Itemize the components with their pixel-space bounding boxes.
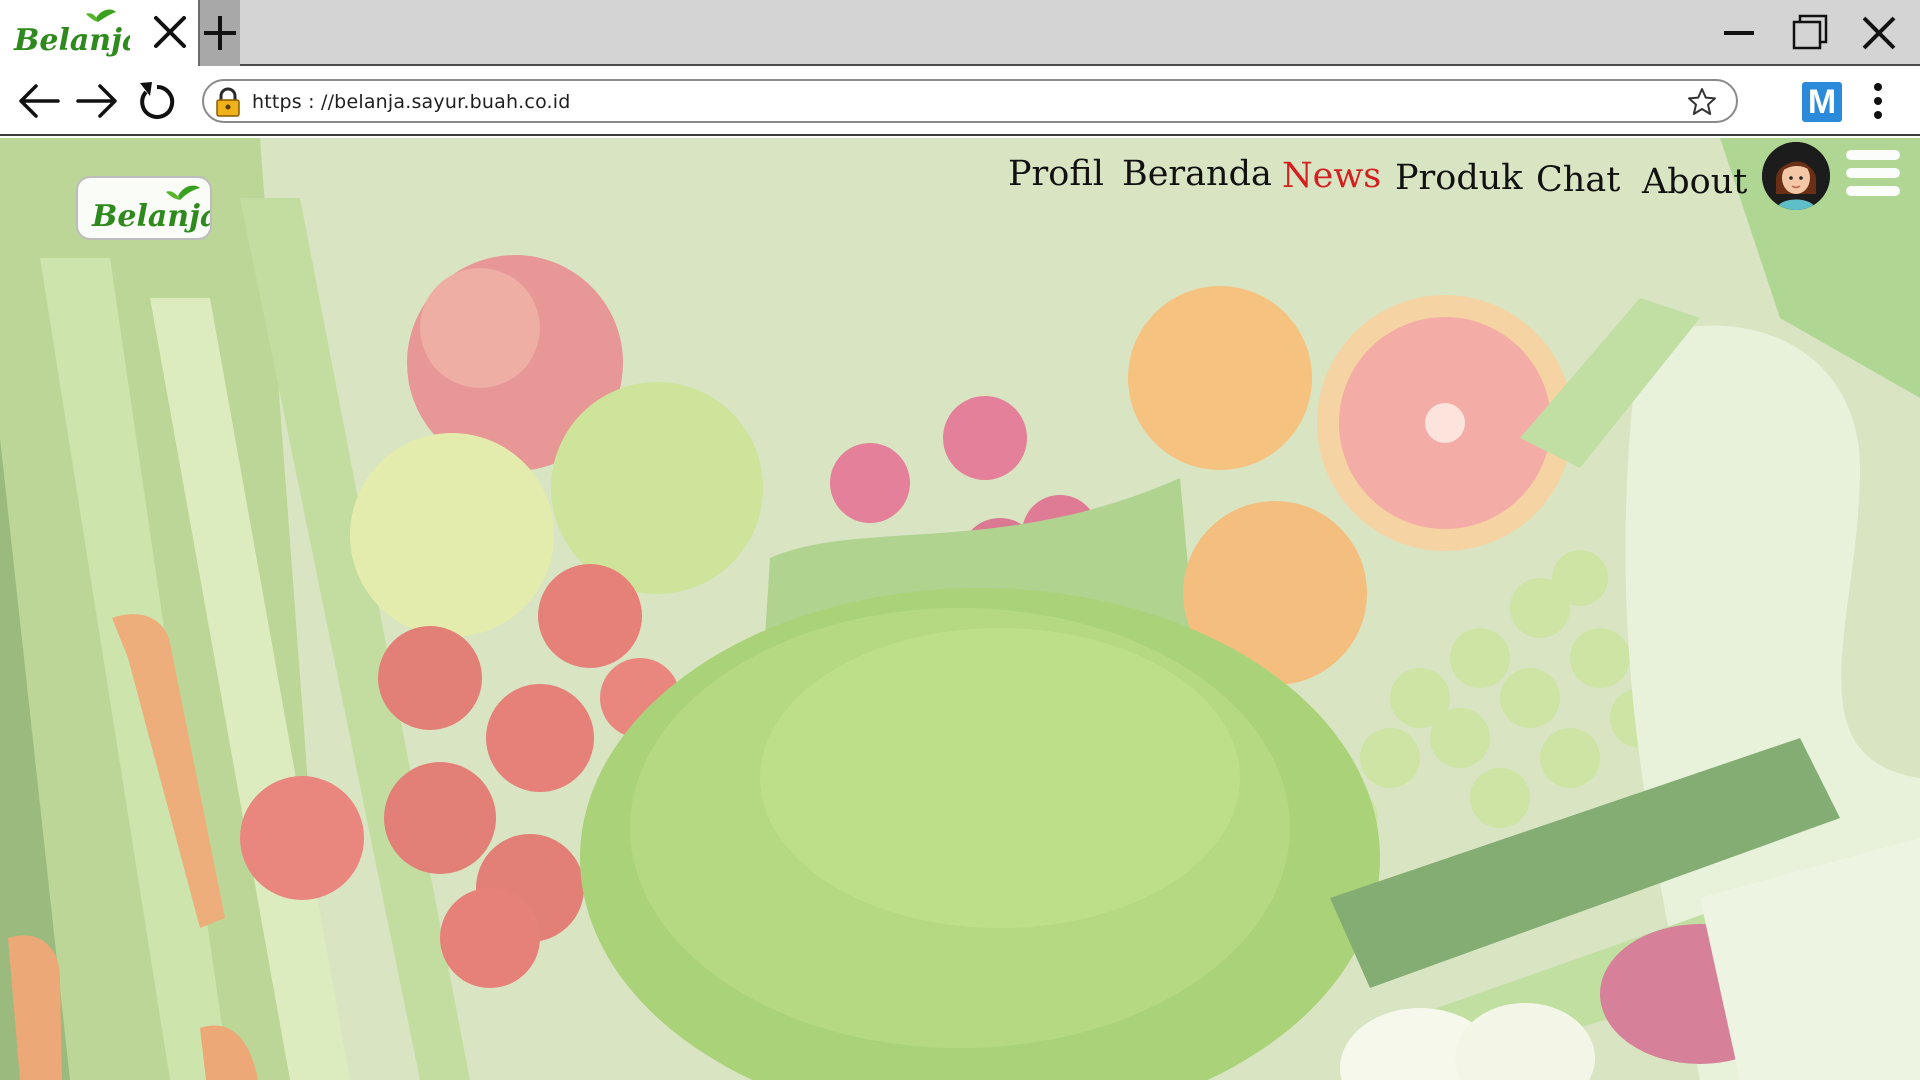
nav-link-news[interactable]: News: [1282, 156, 1381, 196]
browser-tab[interactable]: Belanja: [0, 0, 200, 66]
belanja-logo-icon: Belanja: [13, 9, 130, 58]
new-tab-button[interactable]: [200, 0, 240, 66]
hamburger-menu-icon[interactable]: [1846, 150, 1900, 196]
reload-icon[interactable]: [132, 76, 182, 126]
site-logo[interactable]: Belanja: [76, 176, 212, 240]
url-text[interactable]: https : //belanja.sayur.buah.co.id: [252, 91, 571, 113]
main-navigation: Profil Beranda News Produk Chat About: [1000, 144, 1747, 224]
plus-icon: [204, 16, 236, 50]
forward-arrow-icon[interactable]: [72, 76, 122, 126]
nav-link-about[interactable]: About: [1642, 162, 1747, 202]
close-tab-icon[interactable]: [150, 12, 190, 52]
nav-link-profil[interactable]: Profil: [1008, 154, 1104, 194]
bookmark-star-icon[interactable]: [1686, 86, 1718, 118]
back-arrow-icon[interactable]: [14, 76, 64, 126]
nav-link-produk[interactable]: Produk: [1395, 158, 1523, 198]
extension-icon[interactable]: M: [1802, 82, 1842, 122]
hero-overlay: [0, 138, 1920, 1080]
address-toolbar: https : //belanja.sayur.buah.co.id M: [0, 66, 1920, 136]
address-bar[interactable]: https : //belanja.sayur.buah.co.id: [202, 79, 1738, 123]
lock-icon: [216, 87, 240, 117]
page-viewport: Belanja Profil Beranda News Produk Chat …: [0, 138, 1920, 1080]
nav-link-beranda[interactable]: Beranda: [1122, 154, 1272, 194]
user-avatar[interactable]: [1762, 142, 1830, 210]
user-avatar-icon: [1762, 142, 1830, 210]
close-window-icon[interactable]: [1856, 10, 1902, 56]
svg-text:Belanja: Belanja: [13, 23, 130, 58]
restore-icon[interactable]: [1786, 10, 1832, 56]
hero-vegetables-image: [0, 138, 1920, 1080]
belanja-logo-icon: Belanja: [91, 185, 210, 234]
tab-strip: Belanja: [0, 0, 1920, 66]
nav-link-chat[interactable]: Chat: [1536, 160, 1620, 200]
svg-text:Belanja: Belanja: [91, 199, 210, 234]
minimize-icon[interactable]: [1716, 10, 1762, 56]
browser-menu-icon[interactable]: [1868, 80, 1888, 122]
